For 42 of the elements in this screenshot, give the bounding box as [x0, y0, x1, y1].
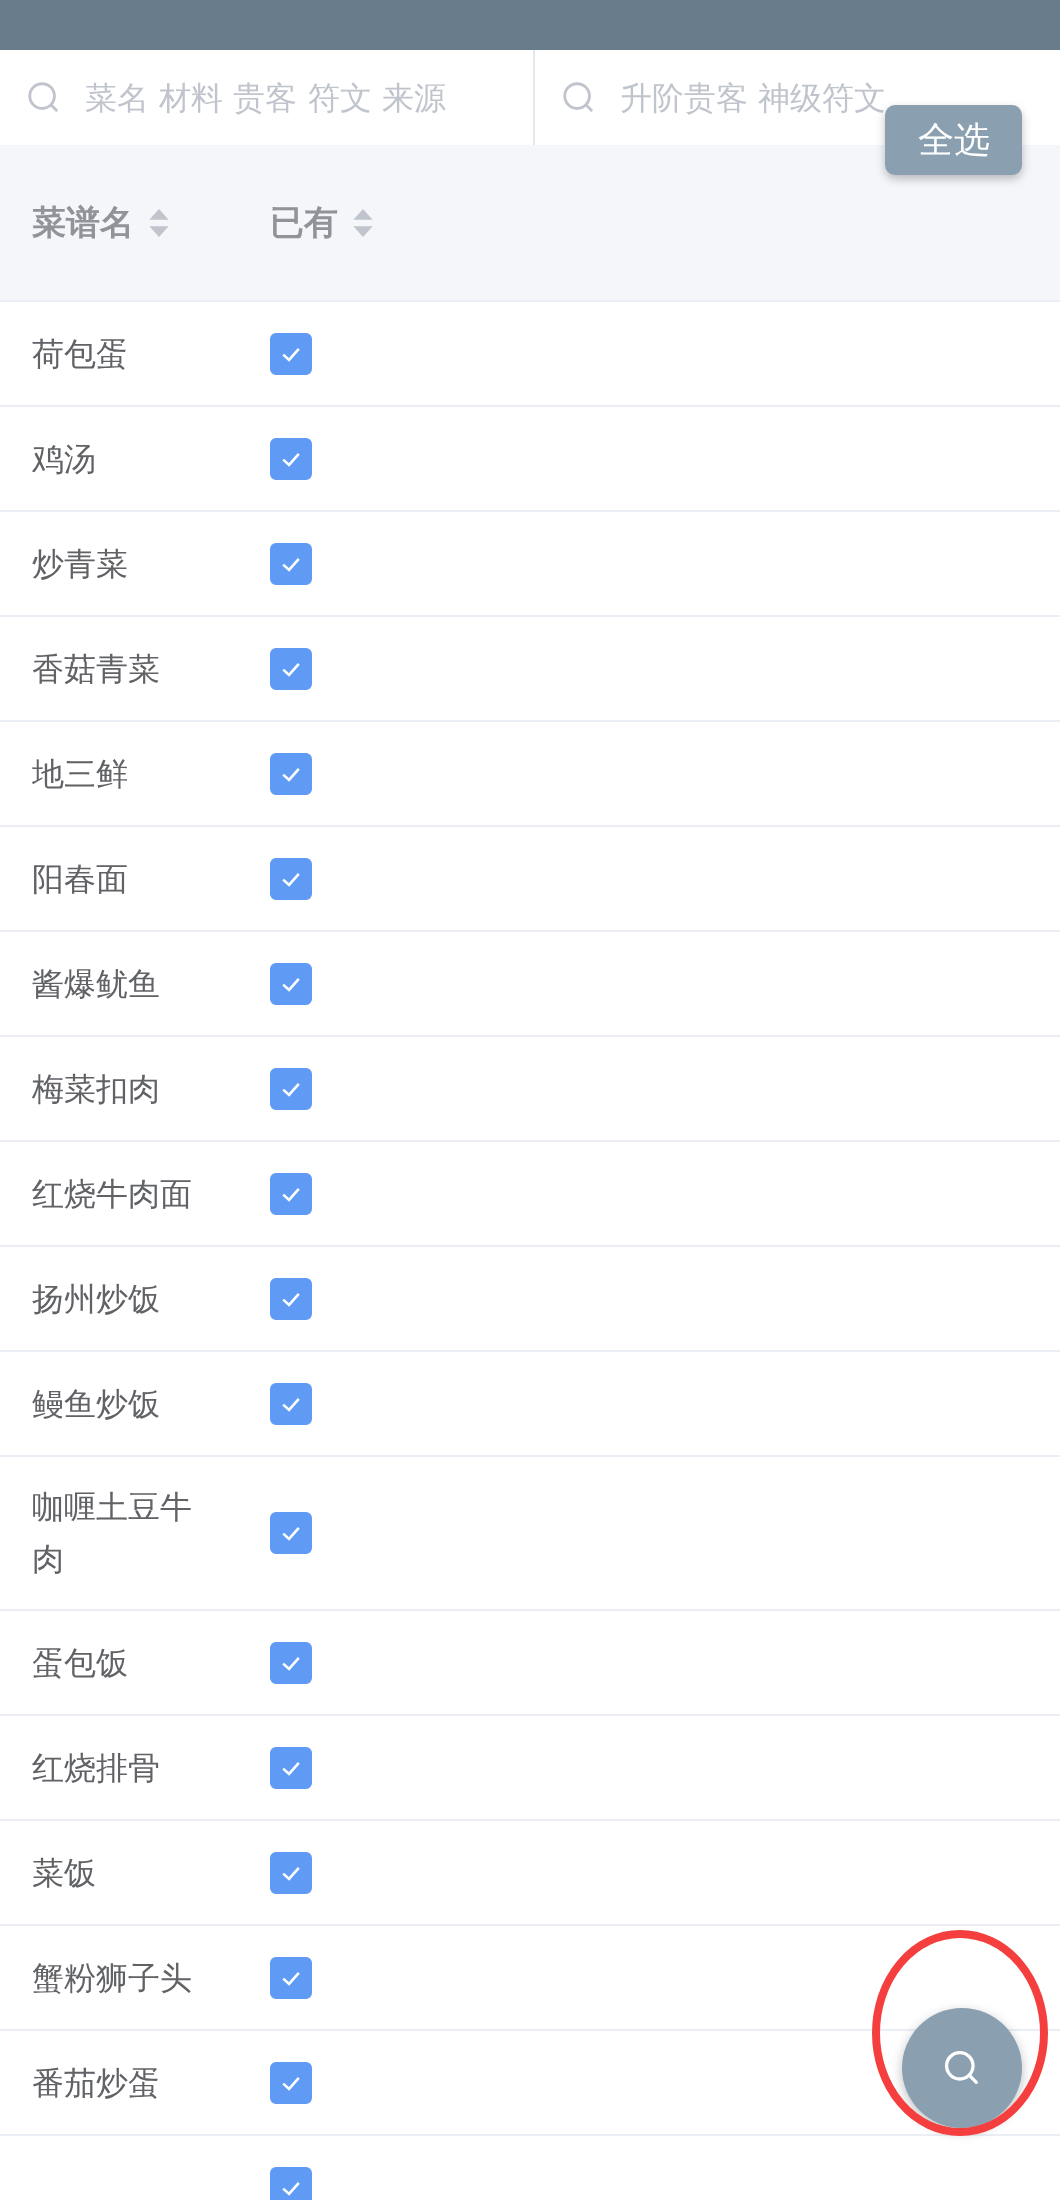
recipe-name: 酱爆鱿鱼 — [32, 964, 160, 1003]
checkbox[interactable] — [270, 1641, 312, 1684]
recipe-name: 红烧牛肉面 — [32, 1174, 192, 1213]
column-header[interactable]: 菜谱名 — [32, 199, 134, 246]
recipe-name: 菜饭 — [32, 1853, 96, 1892]
search-button[interactable] — [902, 2008, 1022, 2128]
checkbox[interactable] — [270, 2166, 312, 2200]
checkbox[interactable] — [270, 1277, 312, 1320]
checkbox[interactable] — [270, 1382, 312, 1425]
recipe-name: 地三鲜 — [32, 754, 128, 793]
recipe-name: 香菇青菜 — [32, 649, 160, 688]
checkbox[interactable] — [270, 647, 312, 690]
recipe-name: 蟹粉狮子头 — [32, 1958, 192, 1997]
checkbox[interactable] — [270, 752, 312, 795]
checkbox[interactable] — [270, 1172, 312, 1215]
sort-icon[interactable] — [148, 207, 170, 238]
checkbox[interactable] — [270, 1956, 312, 1999]
recipe-name: 番茄炒蛋 — [32, 2063, 160, 2102]
checkbox[interactable] — [270, 962, 312, 1005]
column-header[interactable]: 已有 — [270, 199, 338, 246]
recipe-name: 梅菜扣肉 — [32, 1069, 160, 1108]
checkbox[interactable] — [270, 1067, 312, 1110]
recipe-name: 荷包蛋 — [32, 334, 128, 373]
checkbox[interactable] — [270, 542, 312, 585]
recipe-name: 炒青菜 — [32, 544, 128, 583]
recipe-name: 扬州炒饭 — [32, 1279, 160, 1318]
recipe-name: 阳春面 — [32, 859, 128, 898]
recipe-name: 咖喱土豆牛肉 — [32, 1488, 192, 1578]
checkbox[interactable] — [270, 2061, 312, 2104]
checkbox[interactable] — [270, 1746, 312, 1789]
recipe-name: 蛋包饭 — [32, 1643, 128, 1682]
recipe-name: 红烧排骨 — [32, 1748, 160, 1787]
checkbox[interactable] — [270, 437, 312, 480]
search-field[interactable]: 菜名 材料 贵客 符文 来源 — [85, 78, 525, 117]
select-all-button[interactable]: 全选 — [885, 105, 1022, 175]
recipe-name: 鳗鱼炒饭 — [32, 1384, 160, 1423]
checkbox[interactable] — [270, 1512, 312, 1554]
sort-icon[interactable] — [352, 207, 374, 238]
checkbox[interactable] — [270, 1851, 312, 1894]
checkbox[interactable] — [270, 332, 312, 375]
checkbox[interactable] — [270, 857, 312, 900]
recipe-name: 鸡汤 — [32, 439, 96, 478]
